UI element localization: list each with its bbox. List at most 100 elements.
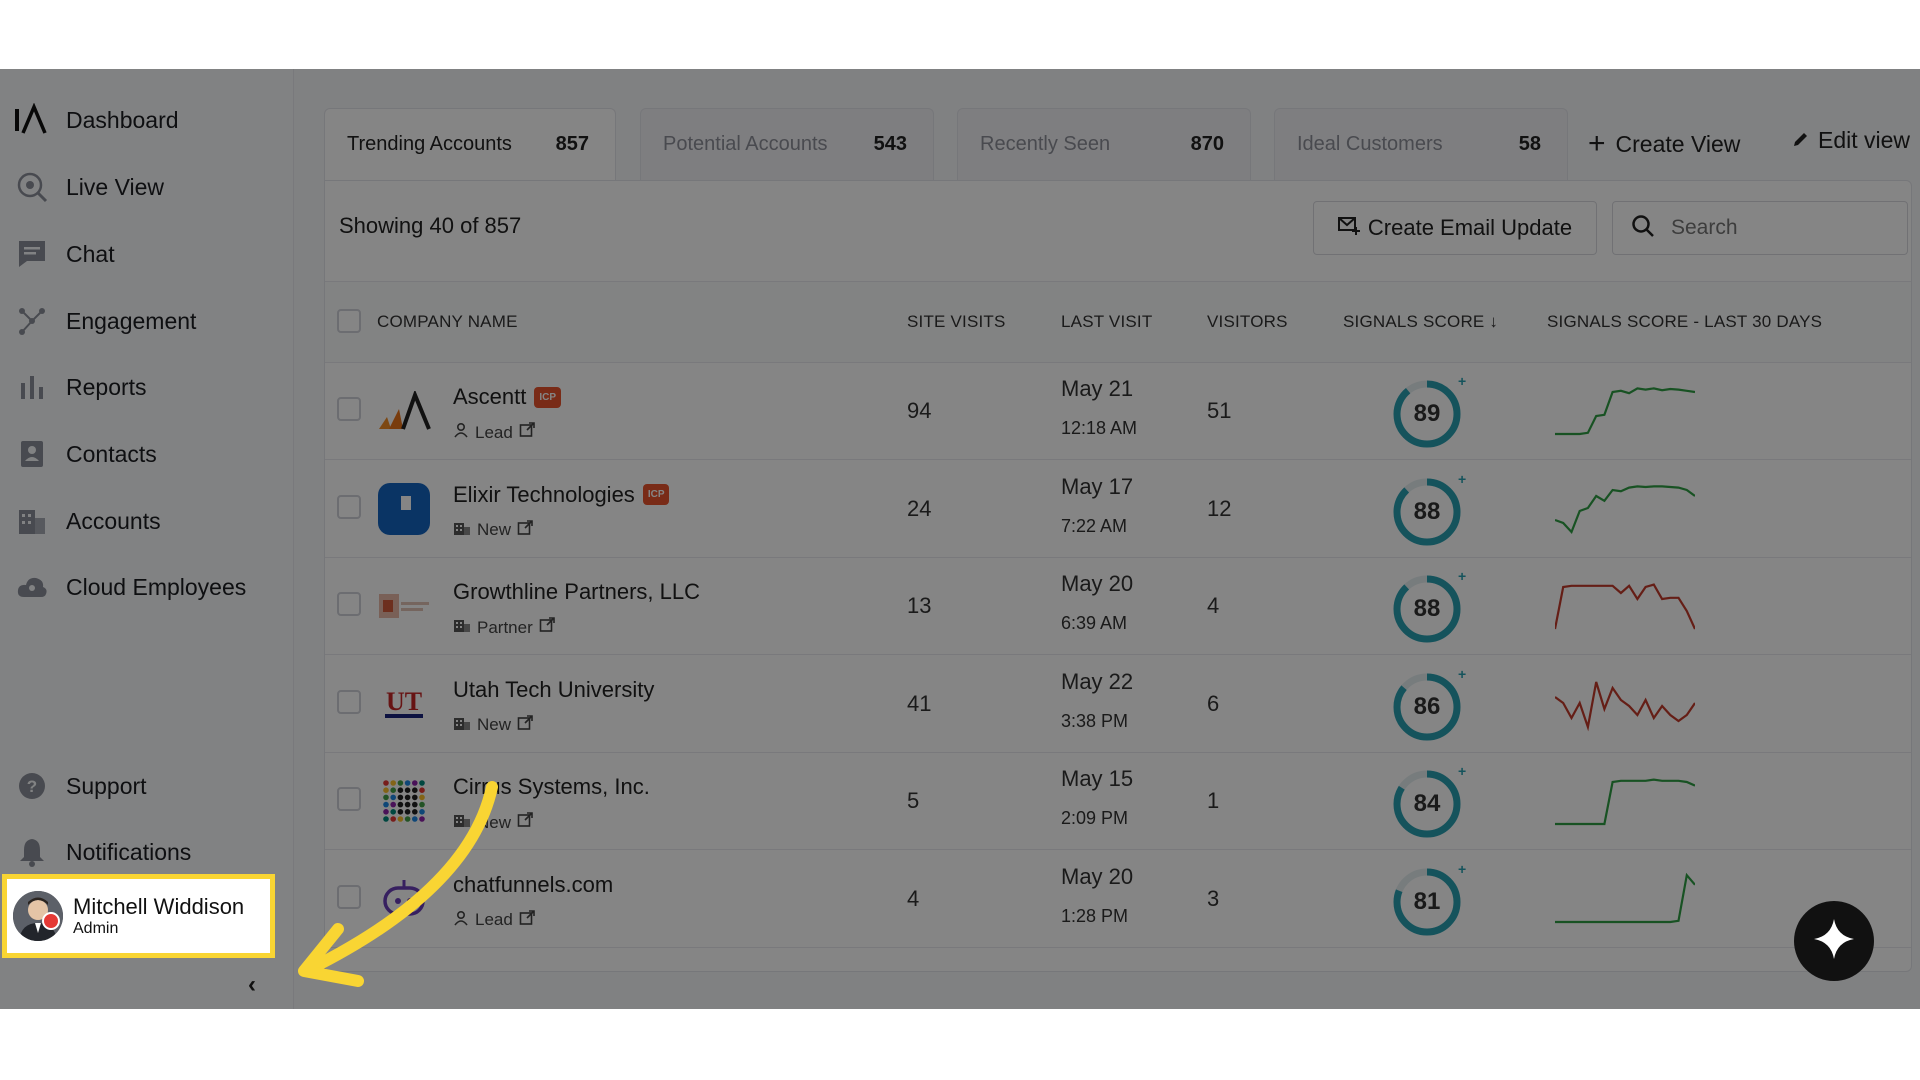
user-name: Mitchell Widdison bbox=[73, 894, 245, 919]
column-visitors[interactable]: VISITORS bbox=[1207, 312, 1288, 332]
tab-label: Trending Accounts bbox=[347, 133, 512, 155]
person-icon bbox=[453, 422, 469, 443]
row-checkbox[interactable] bbox=[337, 592, 361, 616]
collapse-sidebar-button[interactable]: ‹ bbox=[248, 971, 256, 999]
company-name[interactable]: Growthline Partners, LLC bbox=[453, 579, 700, 605]
create-email-update-label: Create Email Update bbox=[1367, 215, 1573, 240]
column-last-visit[interactable]: LAST VISIT bbox=[1061, 312, 1152, 332]
signals-score-ring: +86 bbox=[1391, 667, 1466, 743]
table-row[interactable]: Growthline Partners, LLC Partner 13 May 20 6… bbox=[325, 557, 1911, 655]
create-email-update-button[interactable]: Create Email Update bbox=[1313, 201, 1597, 255]
signals-score-ring: +81 bbox=[1391, 862, 1466, 938]
company-name[interactable]: Utah Tech University bbox=[453, 677, 654, 703]
table-row[interactable]: UT Utah Tech University New 41 May 22 3:38 PM… bbox=[325, 655, 1911, 753]
company-logo bbox=[377, 579, 431, 633]
row-checkbox[interactable] bbox=[337, 494, 361, 519]
table-row[interactable]: Cirrus Systems, Inc. New 5 May 15 2:09 PM 1 +8… bbox=[325, 752, 1911, 850]
signals-sparkline bbox=[1555, 868, 1696, 933]
company-logo bbox=[377, 482, 431, 536]
sidebar-item-notifications[interactable]: Notifications bbox=[14, 832, 191, 872]
signals-score-value: 88 bbox=[1413, 497, 1441, 525]
external-link-icon[interactable] bbox=[517, 714, 533, 736]
sidebar-item-chat[interactable]: Chat bbox=[14, 234, 115, 274]
email-add-icon bbox=[1337, 215, 1360, 241]
external-link-icon[interactable] bbox=[517, 519, 533, 541]
building-icon bbox=[453, 715, 471, 736]
visitors-value: 6 bbox=[1207, 690, 1220, 716]
signals-score-value: 88 bbox=[1413, 595, 1441, 622]
sidebar-item-dashboard[interactable]: Dashboard bbox=[14, 100, 179, 140]
table-row[interactable]: Ascentt ICP Lead 94 May 21 12:18 AM 51 +89 bbox=[325, 362, 1911, 460]
help-icon: ? bbox=[14, 768, 50, 804]
app-screen: Dashboard Live View Chat Engagement Repo… bbox=[0, 69, 1920, 1009]
row-checkbox[interactable] bbox=[337, 397, 361, 421]
column-signals-score-30[interactable]: SIGNALS SCORE - LAST 30 DAYS bbox=[1547, 312, 1822, 332]
sidebar-item-label: Contacts bbox=[66, 440, 157, 467]
sidebar-item-cloud-employees[interactable]: Cloud Employees bbox=[14, 567, 246, 607]
row-checkbox[interactable] bbox=[337, 689, 361, 714]
last-visit-time: 6:39 AM bbox=[1061, 613, 1128, 633]
column-site-visits[interactable]: SITE VISITS bbox=[907, 312, 1006, 332]
company-name[interactable]: Ascentt ICP bbox=[453, 384, 562, 410]
tab-trending-accounts[interactable]: Trending Accounts 857 bbox=[324, 108, 616, 180]
contacts-icon bbox=[14, 436, 50, 472]
external-link-icon[interactable] bbox=[519, 909, 535, 931]
column-signals-score-label: SIGNALS SCORE bbox=[1343, 312, 1485, 331]
signals-score-value: 86 bbox=[1413, 692, 1441, 720]
select-all-checkbox[interactable] bbox=[337, 309, 361, 333]
table-row[interactable]: Elixir Technologies ICP New 24 May 17 7:22 AM… bbox=[325, 460, 1911, 558]
sort-down-icon: ↓ bbox=[1489, 312, 1499, 331]
cloud-icon bbox=[14, 569, 50, 605]
company-name[interactable]: Elixir Technologies ICP bbox=[453, 482, 670, 508]
tab-count: 870 bbox=[1190, 133, 1224, 155]
sidebar-item-contacts[interactable]: Contacts bbox=[14, 434, 157, 474]
user-info: Mitchell Widdison Admin bbox=[63, 894, 244, 938]
tab-count: 58 bbox=[1518, 133, 1541, 155]
user-role: Admin bbox=[73, 920, 119, 937]
last-visit-time: 3:38 PM bbox=[1061, 710, 1129, 731]
site-visits-value: 5 bbox=[907, 788, 920, 813]
search-box[interactable] bbox=[1612, 201, 1908, 255]
last-visit-time: 7:22 AM bbox=[1061, 515, 1128, 536]
tab-label: Potential Accounts bbox=[663, 133, 828, 155]
company-name-text: Growthline Partners, LLC bbox=[453, 579, 700, 604]
create-view-label: Create View bbox=[1615, 130, 1741, 157]
external-link-icon[interactable] bbox=[519, 422, 535, 443]
tab-recently-seen[interactable]: Recently Seen 870 bbox=[957, 108, 1251, 180]
annotation-arrow-icon bbox=[298, 781, 498, 987]
last-visit-date: May 17 bbox=[1061, 473, 1134, 499]
visitors-value: 12 bbox=[1207, 495, 1232, 521]
create-view-button[interactable]: + Create View bbox=[1588, 127, 1740, 161]
chat-icon bbox=[14, 236, 50, 272]
column-signals-score[interactable]: SIGNALS SCORE ↓ bbox=[1343, 312, 1498, 332]
sidebar-item-label: Live View bbox=[66, 173, 165, 200]
last-visit-time: 12:18 AM bbox=[1061, 418, 1138, 438]
search-input[interactable] bbox=[1669, 215, 1873, 241]
sidebar-item-support[interactable]: ? Support bbox=[14, 766, 147, 806]
signals-score-ring: +84 bbox=[1391, 764, 1466, 840]
edit-view-button[interactable]: Edit view bbox=[1792, 127, 1910, 154]
sidebar-item-label: Accounts bbox=[66, 507, 161, 534]
tab-ideal-customers[interactable]: Ideal Customers 58 bbox=[1274, 108, 1568, 180]
logo-icon bbox=[14, 102, 50, 138]
sidebar-item-reports[interactable]: Reports bbox=[14, 367, 147, 407]
results-count: Showing 40 of 857 bbox=[339, 213, 522, 238]
column-company-name[interactable]: COMPANY NAME bbox=[377, 312, 518, 332]
company-logo: UT bbox=[377, 677, 431, 731]
tab-potential-accounts[interactable]: Potential Accounts 543 bbox=[640, 108, 934, 180]
sidebar-item-engagement[interactable]: Engagement bbox=[14, 301, 196, 341]
sidebar-item-accounts[interactable]: Accounts bbox=[14, 501, 161, 541]
assistant-button[interactable] bbox=[1794, 901, 1874, 981]
main-content: Trending Accounts 857 Potential Accounts… bbox=[294, 69, 1920, 1009]
site-visits-value: 4 bbox=[907, 885, 920, 911]
company-name-text: Utah Tech University bbox=[453, 676, 655, 702]
svg-text:?: ? bbox=[27, 777, 37, 796]
edit-view-label: Edit view bbox=[1818, 127, 1911, 153]
status-indicator bbox=[42, 912, 60, 930]
visitors-value: 3 bbox=[1207, 885, 1220, 911]
external-link-icon[interactable] bbox=[539, 617, 555, 638]
sidebar-item-live-view[interactable]: Live View bbox=[14, 167, 164, 207]
last-visit-date: May 15 bbox=[1061, 766, 1134, 791]
table-row[interactable]: chatfunnels.com Lead 4 May 20 1:28 PM 3 +81 bbox=[325, 850, 1911, 948]
plus-icon: + bbox=[1588, 127, 1606, 160]
